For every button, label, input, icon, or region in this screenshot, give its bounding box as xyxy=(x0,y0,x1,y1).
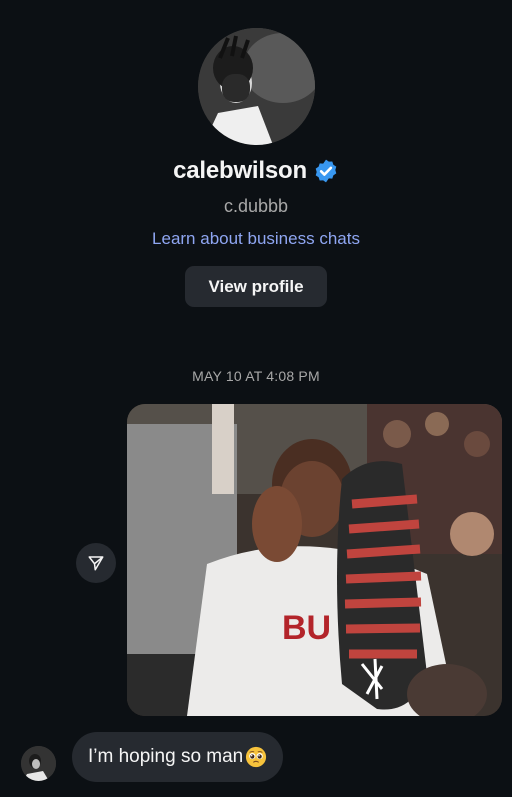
basketball-gif-icon: BU xyxy=(127,404,502,716)
svg-text:BU: BU xyxy=(282,609,331,647)
sender-avatar[interactable] xyxy=(21,746,56,781)
verified-badge-icon xyxy=(315,159,337,183)
view-profile-button[interactable]: View profile xyxy=(185,266,327,307)
profile-handle: c.dubbb xyxy=(223,196,289,216)
username[interactable]: calebwilson xyxy=(173,157,307,185)
message-bubble[interactable]: I’m hoping so man xyxy=(72,732,284,782)
gif-message[interactable]: BU xyxy=(127,404,502,716)
message-timestamp: MAY 10 AT 4:08 PM xyxy=(192,368,320,384)
profile-photo-icon xyxy=(198,28,315,145)
profile-photo-icon xyxy=(21,746,56,781)
business-chats-link[interactable]: Learn about business chats xyxy=(0,229,512,249)
share-button[interactable] xyxy=(76,543,116,583)
send-icon xyxy=(88,556,104,571)
pleading-face-emoji-icon xyxy=(246,746,267,768)
chat-screen: calebwilson c.dubbb Learn about business… xyxy=(0,0,512,797)
message-text: I’m hoping so man xyxy=(88,746,244,767)
profile-name-row: calebwilson xyxy=(0,157,512,185)
profile-avatar[interactable] xyxy=(198,28,315,145)
